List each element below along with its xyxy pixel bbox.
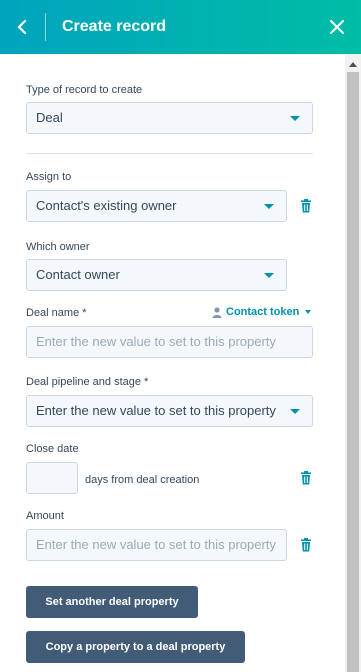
record-type-value: Deal (36, 110, 63, 125)
contact-token-dropdown[interactable]: Contact token (212, 305, 312, 319)
pipeline-select[interactable]: Enter the new value to set to this prope… (26, 395, 313, 427)
which-owner-label: Which owner (26, 241, 90, 253)
close-date-suffix: days from deal creation (85, 474, 200, 486)
trash-icon[interactable] (299, 471, 313, 485)
caret-down-icon (264, 273, 274, 278)
amount-label: Amount (26, 510, 64, 522)
pipeline-label: Deal pipeline and stage * (26, 376, 149, 388)
section-divider (26, 153, 313, 154)
assign-to-label: Assign to (26, 171, 72, 183)
caret-down-icon (305, 310, 312, 314)
which-owner-select[interactable]: Contact owner (26, 259, 287, 291)
close-date-days-input[interactable] (26, 462, 78, 494)
header-divider (45, 13, 46, 41)
panel-title: Create record (62, 18, 167, 35)
caret-down-icon (264, 204, 274, 209)
amount-input[interactable]: Enter the new value to set to this prope… (26, 529, 287, 561)
chevron-left-icon (17, 20, 27, 34)
deal-name-placeholder: Enter the new value to set to this prope… (36, 334, 276, 349)
record-type-select[interactable]: Deal (26, 102, 313, 134)
scrollbar-thumb[interactable] (347, 72, 359, 672)
which-owner-value: Contact owner (36, 267, 120, 282)
close-date-label: Close date (26, 443, 79, 455)
deal-name-input[interactable]: Enter the new value to set to this prope… (26, 326, 313, 358)
close-button[interactable] (323, 13, 351, 41)
back-button[interactable] (8, 13, 36, 41)
person-icon (212, 306, 222, 318)
pipeline-placeholder: Enter the new value to set to this prope… (36, 403, 276, 418)
panel-header: Create record (0, 0, 361, 54)
assign-to-select[interactable]: Contact's existing owner (26, 190, 287, 222)
amount-placeholder: Enter the new value to set to this prope… (36, 537, 276, 552)
contact-token-label: Contact token (226, 306, 300, 318)
trash-icon[interactable] (299, 538, 313, 552)
close-icon (330, 20, 344, 34)
caret-down-icon (290, 116, 300, 121)
copy-property-button[interactable]: Copy a property to a deal property (26, 631, 245, 663)
assign-to-value: Contact's existing owner (36, 198, 177, 213)
trash-icon[interactable] (299, 199, 313, 213)
record-type-label: Type of record to create (26, 84, 143, 96)
deal-name-label: Deal name * (26, 307, 87, 319)
scroll-up-arrow[interactable] (349, 62, 357, 67)
set-another-property-button[interactable]: Set another deal property (26, 586, 198, 618)
caret-down-icon (290, 409, 300, 414)
